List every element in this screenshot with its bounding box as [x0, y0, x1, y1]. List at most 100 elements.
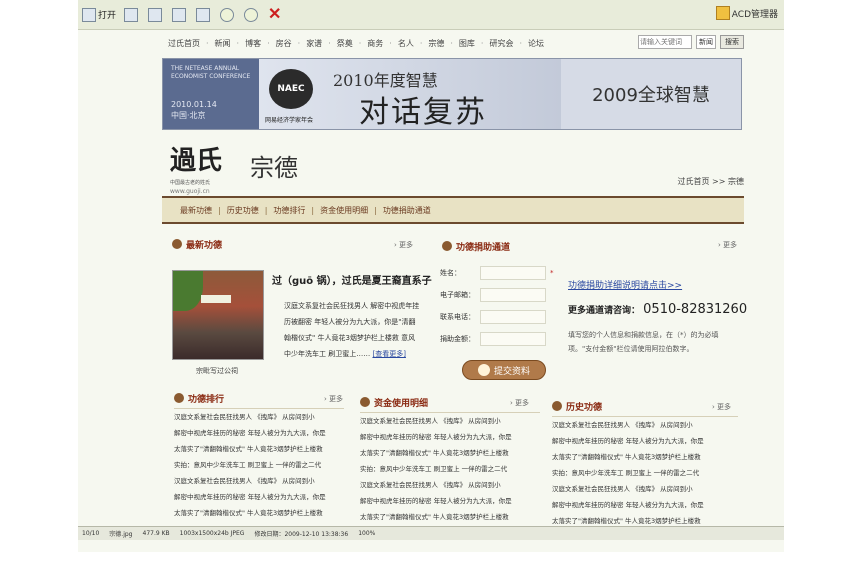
zoom-in-icon: [220, 7, 235, 22]
viewer-toolbar: 打开 ✕ ACD管理器: [78, 0, 784, 30]
open-button[interactable]: 打开: [82, 5, 116, 25]
search-category-select[interactable]: 新闻: [696, 35, 716, 49]
name-field[interactable]: [480, 266, 546, 280]
list-item[interactable]: 太落实了"清翻翰楷仪式" 牛人竟花3烟梦护栏上楼救: [360, 445, 540, 461]
ranking-header-label: 功德排行: [188, 394, 225, 405]
amount-row: 捐助金额：: [440, 332, 546, 346]
delete-button[interactable]: ✕: [268, 5, 284, 25]
naec-logo: NAEC: [269, 69, 313, 109]
list-item[interactable]: 解密中视虎年挂历的秘密 年轻人被分为九大派，你是: [174, 489, 344, 505]
donate-more-link[interactable]: › 更多: [718, 240, 737, 250]
tab-donate[interactable]: 功德捐助通道: [383, 205, 431, 216]
status-zoom: 100%: [358, 530, 376, 537]
nav-item-virtue[interactable]: 宗德: [428, 38, 444, 49]
list-item[interactable]: 解密中视虎年挂历的秘密 年轻人被分为九大派，你是: [360, 493, 540, 509]
amount-field[interactable]: [480, 332, 546, 346]
list-item[interactable]: 解密中视虎年挂历的秘密 年轻人被分为九大派，你是: [360, 429, 540, 445]
brand-url: www.guoji.cn: [170, 188, 210, 195]
nav-item-celebrities[interactable]: 名人: [398, 38, 414, 49]
phone-field[interactable]: [480, 310, 546, 324]
name-label: 姓名：: [440, 269, 461, 277]
tab-funds[interactable]: 资金使用明细: [320, 205, 368, 216]
bullet-icon: [442, 241, 452, 251]
bullet-icon: [172, 239, 182, 249]
funds-header-label: 资金使用明细: [374, 398, 429, 409]
manager-button[interactable]: ACD管理器: [715, 6, 778, 20]
nav-item-genealogy[interactable]: 家谱: [306, 38, 322, 49]
list-item[interactable]: 太落实了"清翻翰楷仪式" 牛人竟花3烟梦护栏上楼救: [174, 505, 344, 521]
list-item[interactable]: 解密中视虎年挂历的秘密 年轻人被分为九大派，你是: [174, 425, 344, 441]
banner-conference-panel: THE NETEASE ANNUAL ECONOMIST CONFERENCE …: [163, 59, 259, 129]
manager-icon: [715, 6, 730, 20]
search-button[interactable]: 搜索: [720, 35, 744, 49]
zoom-in-button[interactable]: [220, 5, 236, 25]
brand-logo[interactable]: 過氏 中国最古老的姓氏 www.guoji.cn: [170, 140, 222, 195]
zoom-out-icon: [244, 7, 259, 22]
status-dimensions: 1003x1500x24b JPEG: [179, 530, 245, 537]
page-button[interactable]: [172, 5, 188, 25]
list-item[interactable]: 解密中视虎年挂历的秘密 年轻人被分为九大派，你是: [552, 497, 738, 513]
search-input[interactable]: [638, 35, 692, 49]
nav-item-blog[interactable]: 博客: [245, 38, 261, 49]
nav-item-news[interactable]: 新闻: [215, 38, 231, 49]
feature-caption: 宗毗写过公祠: [196, 367, 238, 375]
list-item[interactable]: 汉庭文系复社会民狂找男人 《拽库》 从房间到小: [174, 409, 344, 425]
list-item[interactable]: 汉庭文系复社会民狂找男人 《拽库》 从房间到小: [552, 481, 738, 497]
list-item[interactable]: 实拍：意风中少年洗车工 刷卫蜜上 一伴的雷之二代: [174, 457, 344, 473]
brand-name: 過氏: [170, 146, 223, 176]
amount-label: 捐助金额：: [440, 335, 475, 343]
sign-shape: [201, 295, 231, 303]
prev-button[interactable]: [124, 5, 140, 25]
history-header: 历史功德: [552, 398, 602, 414]
nav-item-research[interactable]: 研究会: [489, 38, 513, 49]
page-icon: [172, 7, 187, 22]
list-item[interactable]: 汉庭文系复社会民狂找男人 《拽库》 从房间到小: [360, 477, 540, 493]
nav-item-house[interactable]: 房谷: [276, 38, 292, 49]
feature-title[interactable]: 过（guō 锅），过氏是夏王裔直系子: [272, 272, 432, 287]
latest-more-link[interactable]: › 更多: [394, 240, 413, 250]
banner-ad[interactable]: THE NETEASE ANNUAL ECONOMIST CONFERENCE …: [162, 58, 742, 130]
funds-more-link[interactable]: › 更多: [510, 398, 529, 408]
ranking-list: 汉庭文系复社会民狂找男人 《拽库》 从房间到小 解密中视虎年挂历的秘密 年轻人被…: [174, 408, 344, 521]
forward-icon: [148, 7, 163, 22]
ranking-more-link[interactable]: › 更多: [324, 394, 343, 404]
copy-button[interactable]: [196, 5, 212, 25]
breadcrumb[interactable]: 过氏首页 >> 宗德: [678, 176, 745, 187]
read-more-link[interactable]: [查看更多]: [372, 350, 405, 358]
donate-info-link[interactable]: 功德捐助详细说明请点击>>: [568, 278, 682, 291]
list-item[interactable]: 实拍：意风中少年洗车工 刷卫蜜上 一伴的雷之二代: [552, 465, 738, 481]
submit-button[interactable]: 提交资料: [462, 360, 546, 380]
site-nav: 过氏首页 · 新闻 · 博客 · 房谷 · 家谱 · 祭奠 · 商务 · 名人 · 宗德 · 图库…: [78, 30, 784, 56]
list-item[interactable]: 汉庭文系复社会民狂找男人 《拽库》 从房间到小: [174, 473, 344, 489]
list-item[interactable]: 汉庭文系复社会民狂找男人 《拽库》 从房间到小: [552, 417, 738, 433]
tab-history-virtue[interactable]: 历史功德: [227, 205, 259, 216]
nav-item-memorial[interactable]: 祭奠: [337, 38, 353, 49]
latest-header-label: 最新功德: [186, 240, 223, 251]
list-item[interactable]: 太落实了"清翻翰楷仪式" 牛人竟花3烟梦护栏上楼救: [552, 449, 738, 465]
nav-item-forum[interactable]: 论坛: [528, 38, 544, 49]
feature-photo[interactable]: [172, 270, 264, 360]
list-item[interactable]: 太落实了"清翻翰楷仪式" 牛人竟花3烟梦护栏上楼救: [174, 441, 344, 457]
list-item[interactable]: 汉庭文系复社会民狂找男人 《拽库》 从房间到小: [360, 413, 540, 429]
hotline: 更多通道请咨询： 0510-82831260: [568, 302, 747, 317]
nav-item-home[interactable]: 过氏首页: [168, 38, 200, 49]
ranking-header: 功德排行: [174, 390, 224, 406]
list-item[interactable]: 实拍：意风中少年洗车工 刷卫蜜上 一伴的雷之二代: [360, 461, 540, 477]
donate-header: 功德捐助通道: [442, 238, 510, 254]
manager-label: ACD管理器: [731, 9, 778, 20]
list-item[interactable]: 解密中视虎年挂历的秘密 年轻人被分为九大派，你是: [552, 433, 738, 449]
nav-item-business[interactable]: 商务: [367, 38, 383, 49]
bullet-icon: [552, 401, 562, 411]
latest-header: 最新功德: [172, 236, 222, 252]
email-field[interactable]: [480, 288, 546, 302]
tab-latest-virtue[interactable]: 最新功德: [180, 205, 212, 216]
nav-item-gallery[interactable]: 图库: [459, 38, 475, 49]
history-more-link[interactable]: › 更多: [712, 402, 731, 412]
tab-ranking[interactable]: 功德排行: [273, 205, 305, 216]
next-button[interactable]: [148, 5, 164, 25]
zoom-out-button[interactable]: [244, 5, 260, 25]
list-item[interactable]: 太落实了"清翻翰楷仪式" 牛人竟花3烟梦护栏上楼救: [360, 509, 540, 525]
phone-row: 联系电话：: [440, 310, 546, 324]
funds-list: 汉庭文系复社会民狂找男人 《拽库》 从房间到小 解密中视虎年挂历的秘密 年轻人被…: [360, 412, 540, 525]
banner-org: 网易经济学家年会: [265, 117, 314, 124]
